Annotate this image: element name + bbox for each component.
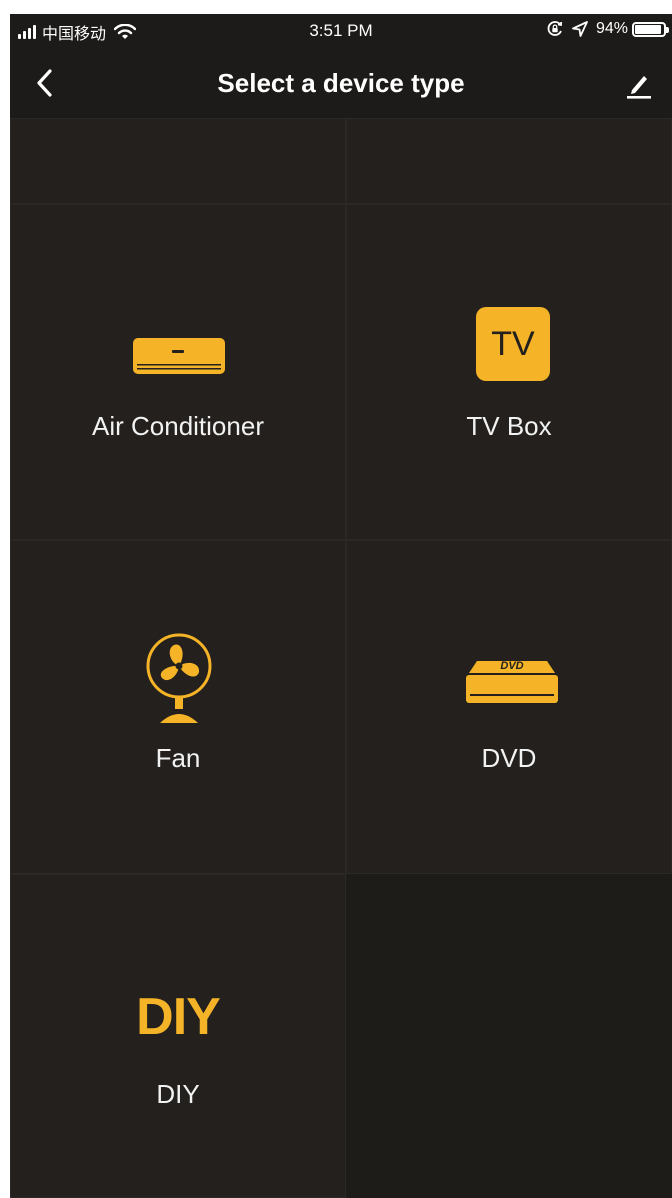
edit-button[interactable] <box>624 68 654 100</box>
page-title: Select a device type <box>217 68 465 98</box>
diy-icon: DIY <box>136 988 221 1046</box>
navigation-bar: Select a device type <box>10 48 672 118</box>
device-tv-box[interactable]: TV TV Box <box>346 204 672 540</box>
orientation-lock-icon <box>547 21 563 36</box>
device-diy[interactable]: DIY DIY <box>10 874 346 1198</box>
grid-cell-top-right <box>346 118 672 204</box>
device-label: Fan <box>155 743 201 773</box>
grid-cell-empty <box>346 874 672 1198</box>
status-bar: 中国移动 3:51 PM 94% <box>10 14 672 48</box>
air-conditioner-icon <box>133 338 225 374</box>
device-label: Air Conditioner <box>92 411 264 441</box>
device-dvd[interactable]: DVD DVD <box>346 540 672 874</box>
device-air-conditioner[interactable]: Air Conditioner <box>10 204 346 540</box>
fan-icon <box>146 633 212 723</box>
grid-cell-top-left <box>10 118 346 204</box>
location-icon <box>572 21 588 37</box>
tv-icon-text: TV <box>491 325 535 363</box>
device-fan[interactable]: Fan <box>10 540 346 874</box>
pencil-icon <box>627 76 651 99</box>
device-label: DIY <box>156 1079 200 1109</box>
battery-level-fill <box>635 24 662 34</box>
dvd-icon-text: DVD <box>500 660 524 672</box>
battery-percent: 94% <box>595 20 628 37</box>
battery-icon <box>632 21 669 37</box>
phone-screen: 中国移动 3:51 PM 94% Select a device type Ai… <box>10 14 672 1198</box>
device-label: DVD <box>481 743 537 773</box>
device-type-grid: Air Conditioner TV TV Box Fan DVD DVD DI… <box>10 118 672 1198</box>
status-bar-right: 94% <box>546 20 669 38</box>
device-label: TV Box <box>466 411 552 441</box>
